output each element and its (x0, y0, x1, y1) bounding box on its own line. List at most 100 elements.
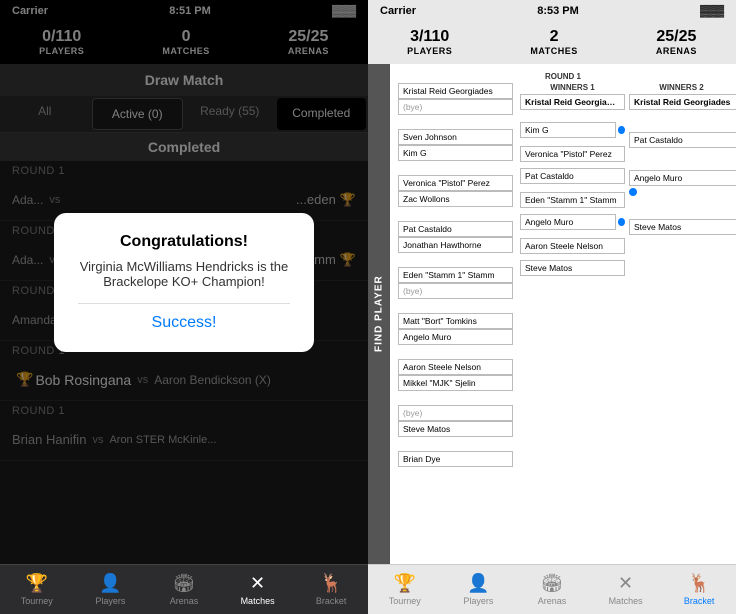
right-nav-bracket[interactable]: 🦌 Bracket (662, 565, 736, 614)
right-nav-matches[interactable]: ✕ Matches (589, 565, 663, 614)
matchup-4: Pat Castaldo Jonathan Hawthorne (398, 221, 516, 253)
player-kristal: Kristal Reid Georgiades (398, 83, 513, 99)
dot-1 (618, 126, 625, 134)
right-arenas-icon: 🏟 (541, 573, 564, 594)
round1-column: Kristal Reid Georgiades (bye) Sven Johns… (398, 83, 516, 467)
bracket-scroll[interactable]: ROUND 1 Kristal Reid Georgiades (bye) Sv… (390, 64, 736, 564)
right-matches-icon: ✕ (618, 573, 633, 594)
right-nav-tourney-label: Tourney (389, 596, 421, 606)
left-nav-bracket-label: Bracket (316, 596, 347, 606)
right-matches-stat: 2 MATCHES (530, 28, 577, 56)
modal-body: Virginia McWilliams Hendricks is the Bra… (78, 259, 290, 289)
matches-icon: ✕ (250, 573, 265, 594)
matchup-3: Veronica "Pistol" Perez Zac Wollons (398, 175, 516, 207)
w2-pat: Pat Castaldo (629, 132, 736, 148)
modal-overlay: Congratulations! Virginia McWilliams Hen… (0, 0, 368, 564)
w2-kristal: Kristal Reid Georgiades (629, 94, 736, 110)
left-nav-matches-label: Matches (241, 596, 275, 606)
matchup-1: Kristal Reid Georgiades (bye) (398, 83, 516, 115)
w1-pat: Pat Castaldo (520, 168, 625, 184)
right-nav-arenas[interactable]: 🏟 Arenas (515, 565, 589, 614)
right-phone: Carrier 8:53 PM ▓▓▓ 3/110 PLAYERS 2 MATC… (368, 0, 736, 614)
winners1-header: WINNERS 1 (520, 83, 625, 92)
player-bye3: (bye) (398, 405, 513, 421)
round1-header: ROUND 1 (398, 72, 728, 81)
w2-steve: Steve Matos (629, 219, 736, 235)
modal-success-button[interactable]: Success! (78, 303, 290, 332)
left-nav-matches[interactable]: ✕ Matches (221, 565, 295, 614)
left-phone: Carrier 8:51 PM ▓▓▓ 0/110 PLAYERS 0 MATC… (0, 0, 368, 614)
w1-steve: Steve Matos (520, 260, 625, 276)
players-icon: 👤 (99, 573, 121, 594)
player-veronica: Veronica "Pistol" Perez (398, 175, 513, 191)
player-zac: Zac Wollons (398, 191, 513, 207)
player-bye2: (bye) (398, 283, 513, 299)
player-eden: Eden "Stamm 1" Stamm (398, 267, 513, 283)
dot-3 (629, 188, 637, 196)
right-players-icon: 👤 (467, 573, 489, 594)
w1-kim: Kim G (520, 122, 616, 138)
matchup-6: Matt "Bort" Tomkins Angelo Muro (398, 313, 516, 345)
matchup-5: Eden "Stamm 1" Stamm (bye) (398, 267, 516, 299)
left-nav-arenas-label: Arenas (170, 596, 199, 606)
w2-angelo: Angelo Muro (629, 170, 736, 186)
right-nav-bracket-label: Bracket (684, 596, 715, 606)
left-nav-players[interactable]: 👤 Players (74, 565, 148, 614)
player-bye1: (bye) (398, 99, 513, 115)
winners1-column: WINNERS 1 Kristal Reid Georgiades Kim G … (520, 83, 625, 276)
player-steve: Steve Matos (398, 421, 513, 437)
right-players-stat: 3/110 PLAYERS (407, 28, 452, 56)
right-nav-arenas-label: Arenas (538, 596, 567, 606)
winners2-column: WINNERS 2 Kristal Reid Georgiades Pat Ca… (629, 83, 734, 235)
w1-veronica: Veronica "Pistol" Perez (520, 146, 625, 162)
right-status-bar: Carrier 8:53 PM ▓▓▓ (368, 0, 736, 22)
right-matches-label: MATCHES (530, 46, 577, 56)
w1-aaron: Aaron Steele Nelson (520, 238, 625, 254)
left-bottom-nav: 🏆 Tourney 👤 Players 🏟 Arenas ✕ Matches 🦌… (0, 564, 368, 614)
player-angelo: Angelo Muro (398, 329, 513, 345)
player-brian: Brian Dye (398, 451, 513, 467)
right-tourney-icon: 🏆 (394, 573, 416, 594)
bracket-content: ROUND 1 Kristal Reid Georgiades (bye) Sv… (390, 68, 736, 560)
winners2-header: WINNERS 2 (629, 83, 734, 92)
left-nav-arenas[interactable]: 🏟 Arenas (147, 565, 221, 614)
left-nav-players-label: Players (95, 596, 125, 606)
left-nav-bracket[interactable]: 🦌 Bracket (294, 565, 368, 614)
player-matt: Matt "Bort" Tomkins (398, 313, 513, 329)
player-aaron: Aaron Steele Nelson (398, 359, 513, 375)
player-jonathan: Jonathan Hawthorne (398, 237, 513, 253)
left-nav-tourney[interactable]: 🏆 Tourney (0, 565, 74, 614)
matchup-8: (bye) Steve Matos (398, 405, 516, 437)
right-nav-matches-label: Matches (609, 596, 643, 606)
player-mikkel: Mikkel "MJK" Sjelin (398, 375, 513, 391)
bracket-area: FIND PLAYER ROUND 1 Kristal Reid Georgia… (368, 64, 736, 564)
right-bracket-icon: 🦌 (688, 573, 710, 594)
modal-box: Congratulations! Virginia McWilliams Hen… (54, 213, 314, 352)
modal-title: Congratulations! (78, 233, 290, 251)
right-bottom-nav: 🏆 Tourney 👤 Players 🏟 Arenas ✕ Matches 🦌… (368, 564, 736, 614)
w1-kristal: Kristal Reid Georgiades (520, 94, 625, 110)
w1-eden: Eden "Stamm 1" Stamm (520, 192, 625, 208)
right-arenas-value: 25/25 (656, 28, 697, 46)
right-players-label: PLAYERS (407, 46, 452, 56)
right-nav-players[interactable]: 👤 Players (442, 565, 516, 614)
right-matches-value: 2 (530, 28, 577, 46)
right-time: 8:53 PM (537, 5, 579, 17)
bracket-icon-left: 🦌 (320, 573, 342, 594)
tourney-icon: 🏆 (26, 573, 48, 594)
right-stats-row: 3/110 PLAYERS 2 MATCHES 25/25 ARENAS (368, 22, 736, 64)
player-sven: Sven Johnson (398, 129, 513, 145)
arenas-icon: 🏟 (173, 573, 196, 594)
left-nav-tourney-label: Tourney (21, 596, 53, 606)
matchup-2: Sven Johnson Kim G (398, 129, 516, 161)
right-arenas-label: ARENAS (656, 46, 697, 56)
dot-2 (618, 218, 625, 226)
matchup-7: Aaron Steele Nelson Mikkel "MJK" Sjelin (398, 359, 516, 391)
right-carrier: Carrier (380, 5, 416, 17)
find-player-tab[interactable]: FIND PLAYER (368, 64, 390, 564)
right-arenas-stat: 25/25 ARENAS (656, 28, 697, 56)
w1-angelo: Angelo Muro (520, 214, 616, 230)
player-kim: Kim G (398, 145, 513, 161)
right-nav-tourney[interactable]: 🏆 Tourney (368, 565, 442, 614)
right-players-value: 3/110 (407, 28, 452, 46)
